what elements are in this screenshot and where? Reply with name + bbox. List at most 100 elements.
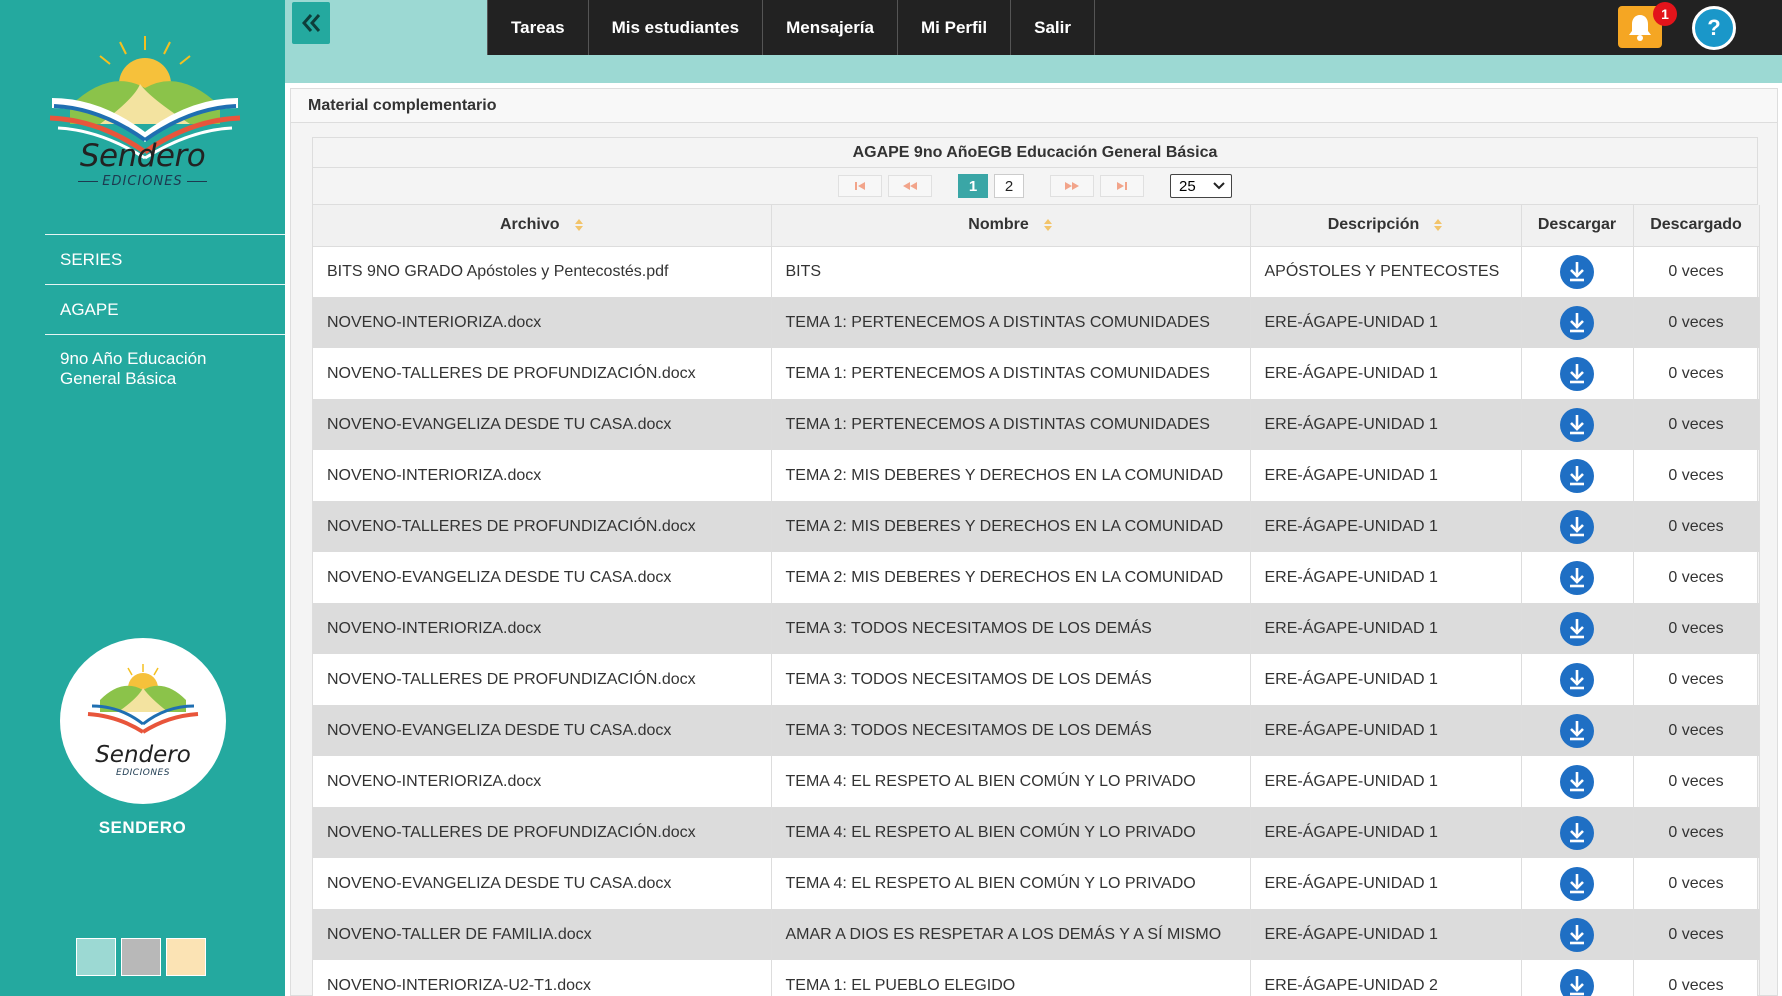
download-icon[interactable] bbox=[1559, 611, 1595, 647]
pager-first-button[interactable] bbox=[838, 175, 882, 197]
cell-descripcion: ERE-ÁGAPE-UNIDAD 2 bbox=[1250, 960, 1522, 996]
cell-descripcion: ERE-ÁGAPE-UNIDAD 1 bbox=[1250, 603, 1522, 654]
nav-salir[interactable]: Salir bbox=[1011, 0, 1095, 55]
circle-brand-subtitle: EDICIONES bbox=[116, 768, 170, 778]
page-size-value: 25 bbox=[1179, 177, 1196, 195]
content-panel: Material complementario AGAPE 9no AñoEGB… bbox=[290, 88, 1778, 996]
cell-descargado: 0 veces bbox=[1633, 246, 1760, 297]
cell-descargar bbox=[1521, 960, 1634, 996]
sidebar-footer-label: SENDERO bbox=[98, 818, 187, 837]
nav-mi-perfil[interactable]: Mi Perfil bbox=[898, 0, 1012, 55]
cell-descargar bbox=[1521, 450, 1634, 501]
cell-descargado: 0 veces bbox=[1633, 807, 1760, 858]
cell-descargar bbox=[1521, 501, 1634, 552]
cell-descargado: 0 veces bbox=[1633, 297, 1760, 348]
download-icon[interactable] bbox=[1559, 866, 1595, 902]
grid-caption: AGAPE 9no AñoEGB Educación General Básic… bbox=[313, 138, 1757, 168]
download-icon[interactable] bbox=[1559, 917, 1595, 953]
nav-mis-estudiantes[interactable]: Mis estudiantes bbox=[589, 0, 764, 55]
cell-descargado: 0 veces bbox=[1633, 705, 1760, 756]
sidebar: Sendero EDICIONES SERIES AGAPE 9no Año E… bbox=[0, 0, 285, 996]
theme-swatch-gray[interactable] bbox=[121, 938, 161, 976]
theme-swatch-cream[interactable] bbox=[166, 938, 206, 976]
cell-archivo: NOVENO-INTERIORIZA.docx bbox=[313, 603, 772, 654]
sidebar-nav: SERIES AGAPE 9no Año Educación General B… bbox=[45, 234, 285, 406]
cell-archivo: NOVENO-INTERIORIZA.docx bbox=[313, 450, 772, 501]
download-icon[interactable] bbox=[1559, 458, 1595, 494]
brand-name: Sendero bbox=[79, 138, 206, 174]
cell-archivo: NOVENO-INTERIORIZA-U2-T1.docx bbox=[313, 960, 772, 996]
cell-descargado: 0 veces bbox=[1633, 756, 1760, 807]
sidebar-item-grade[interactable]: 9no Año Educación General Básica bbox=[45, 334, 285, 406]
cell-nombre: TEMA 3: TODOS NECESITAMOS DE LOS DEMÁS bbox=[771, 603, 1251, 654]
collapse-sidebar-button[interactable] bbox=[292, 2, 330, 44]
pager-page-2[interactable]: 2 bbox=[994, 174, 1024, 198]
table-header-row: Archivo Nombre Descripción Descargar Des… bbox=[313, 205, 1760, 247]
help-icon: ? bbox=[1707, 15, 1721, 40]
cell-archivo: NOVENO-TALLERES DE PROFUNDIZACIÓN.docx bbox=[313, 348, 772, 399]
cell-descargado: 0 veces bbox=[1633, 450, 1760, 501]
table-row: NOVENO-TALLER DE FAMILIA.docx AMAR A DIOS… bbox=[313, 909, 1760, 960]
cell-descargar bbox=[1521, 858, 1634, 909]
column-header-nombre[interactable]: Nombre bbox=[771, 205, 1251, 247]
download-icon[interactable] bbox=[1559, 764, 1595, 800]
theme-swatch-teal[interactable] bbox=[76, 938, 116, 976]
cell-archivo: NOVENO-EVANGELIZA DESDE TU CASA.docx bbox=[313, 552, 772, 603]
column-header-archivo[interactable]: Archivo bbox=[313, 205, 772, 247]
table-row: NOVENO-INTERIORIZA-U2-T1.docx TEMA 1: EL … bbox=[313, 960, 1760, 996]
download-icon[interactable] bbox=[1559, 254, 1595, 290]
cell-descargar bbox=[1521, 552, 1634, 603]
download-icon[interactable] bbox=[1559, 662, 1595, 698]
column-header-descripcion[interactable]: Descripción bbox=[1250, 205, 1522, 247]
sort-icon bbox=[1434, 219, 1443, 232]
cell-descripcion: ERE-ÁGAPE-UNIDAD 1 bbox=[1250, 858, 1522, 909]
last-page-icon bbox=[1117, 182, 1127, 190]
cell-descripcion: ERE-ÁGAPE-UNIDAD 1 bbox=[1250, 552, 1522, 603]
download-icon[interactable] bbox=[1559, 509, 1595, 545]
chevron-down-icon bbox=[1213, 182, 1225, 190]
table-row: BITS 9NO GRADO Apóstoles y Pentecostés.p… bbox=[313, 246, 1760, 297]
download-icon[interactable] bbox=[1559, 356, 1595, 392]
sidebar-item-series[interactable]: SERIES bbox=[45, 234, 285, 284]
double-chevron-left-icon bbox=[302, 14, 321, 32]
main-nav: Tareas Mis estudiantes Mensajería Mi Per… bbox=[487, 0, 1095, 55]
first-page-icon bbox=[855, 182, 865, 190]
table-row: NOVENO-INTERIORIZA.docx TEMA 3: TODOS NEC… bbox=[313, 603, 1760, 654]
download-icon[interactable] bbox=[1559, 305, 1595, 341]
pager-page-1[interactable]: 1 bbox=[958, 174, 988, 198]
cell-nombre: TEMA 4: EL RESPETO AL BIEN COMÚN Y LO PR… bbox=[771, 858, 1251, 909]
download-icon[interactable] bbox=[1559, 407, 1595, 443]
nav-mensajeria[interactable]: Mensajería bbox=[763, 0, 898, 55]
pager-last-button[interactable] bbox=[1100, 175, 1144, 197]
pager: 1 2 25 bbox=[313, 168, 1757, 205]
cell-descargar bbox=[1521, 756, 1634, 807]
help-button[interactable]: ? bbox=[1692, 6, 1736, 50]
cell-descargar bbox=[1521, 297, 1634, 348]
circle-brand-name: Sendero bbox=[95, 742, 191, 768]
cell-archivo: NOVENO-INTERIORIZA.docx bbox=[313, 756, 772, 807]
cell-descripcion: ERE-ÁGAPE-UNIDAD 1 bbox=[1250, 756, 1522, 807]
cell-descripcion: ERE-ÁGAPE-UNIDAD 1 bbox=[1250, 297, 1522, 348]
cell-descripcion: ERE-ÁGAPE-UNIDAD 1 bbox=[1250, 807, 1522, 858]
download-icon[interactable] bbox=[1559, 815, 1595, 851]
pager-prev-button[interactable] bbox=[888, 175, 932, 197]
cell-descargar bbox=[1521, 246, 1634, 297]
pager-next-button[interactable] bbox=[1050, 175, 1094, 197]
materials-grid: AGAPE 9no AñoEGB Educación General Básic… bbox=[312, 137, 1760, 996]
download-icon[interactable] bbox=[1559, 968, 1595, 996]
download-icon[interactable] bbox=[1559, 713, 1595, 749]
nav-tareas[interactable]: Tareas bbox=[487, 0, 589, 55]
cell-descargado: 0 veces bbox=[1633, 399, 1760, 450]
download-icon[interactable] bbox=[1559, 560, 1595, 596]
cell-archivo: BITS 9NO GRADO Apóstoles y Pentecostés.p… bbox=[313, 246, 772, 297]
cell-descargar bbox=[1521, 348, 1634, 399]
sidebar-item-agape[interactable]: AGAPE bbox=[45, 284, 285, 334]
panel-title: Material complementario bbox=[291, 89, 1777, 123]
page-size-select[interactable]: 25 bbox=[1170, 174, 1232, 198]
cell-descargado: 0 veces bbox=[1633, 858, 1760, 909]
sendero-circle-book-icon bbox=[87, 664, 199, 734]
cell-archivo: NOVENO-TALLER DE FAMILIA.docx bbox=[313, 909, 772, 960]
cell-descripcion: ERE-ÁGAPE-UNIDAD 1 bbox=[1250, 399, 1522, 450]
table-body: BITS 9NO GRADO Apóstoles y Pentecostés.p… bbox=[313, 246, 1760, 996]
cell-descripcion: ERE-ÁGAPE-UNIDAD 1 bbox=[1250, 654, 1522, 705]
